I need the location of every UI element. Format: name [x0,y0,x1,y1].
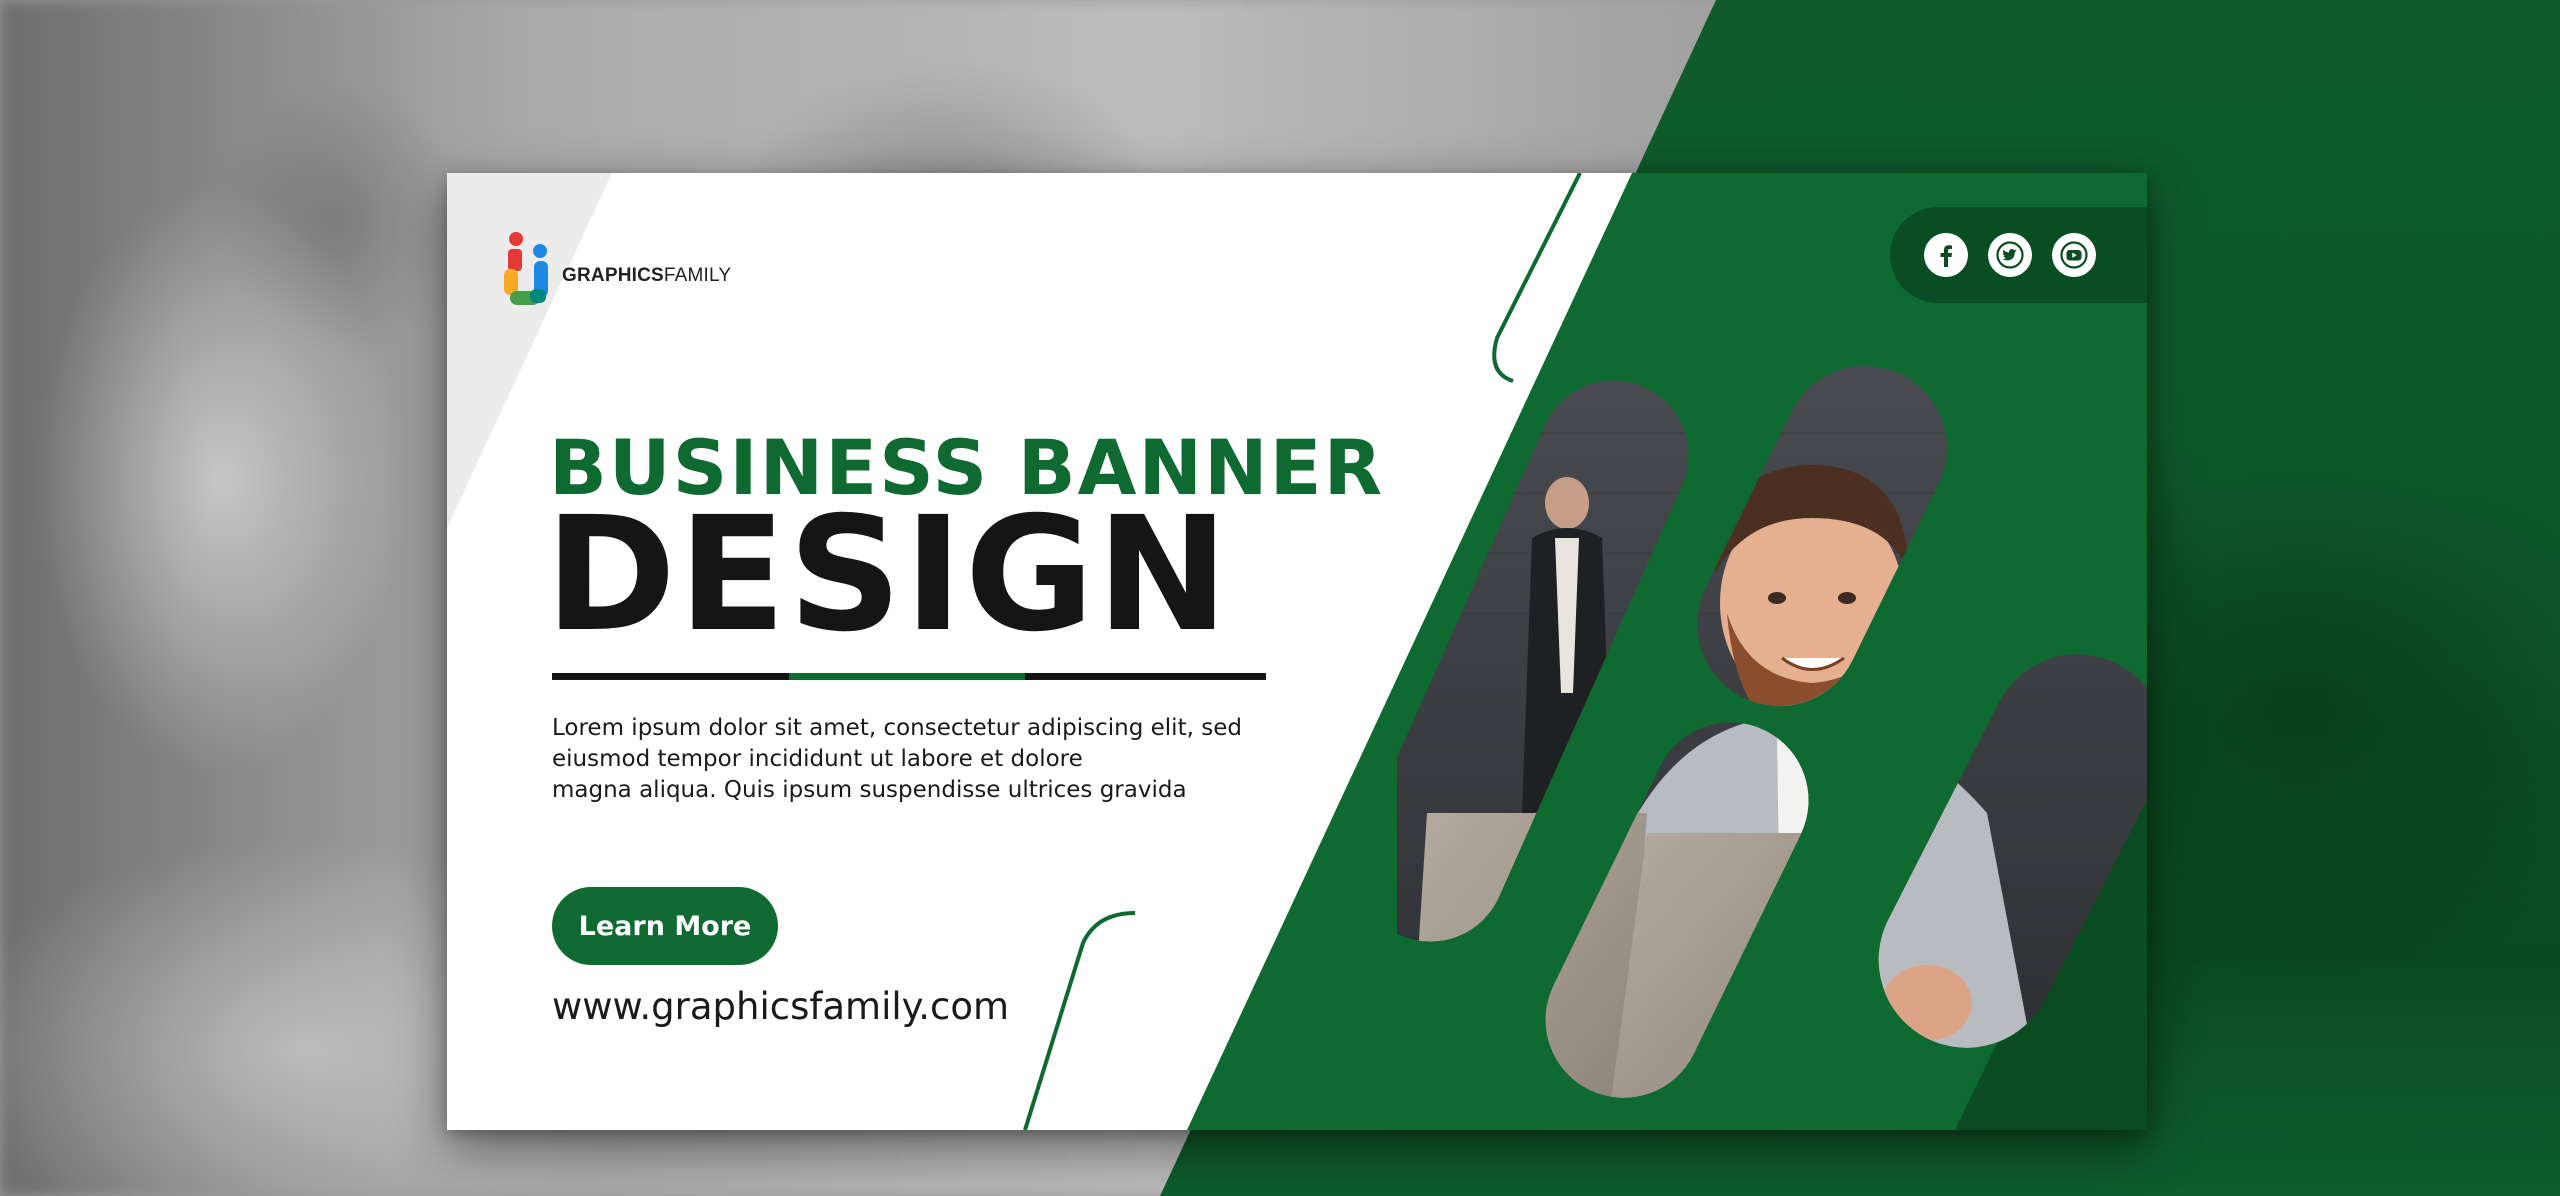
website-url[interactable]: www.graphicsfamily.com [552,985,1009,1028]
logo-wordmark: GRAPHICSFAMILY [562,265,731,287]
facebook-icon[interactable] [1924,233,1968,277]
graphicsfamily-logo: GRAPHICSFAMILY [500,229,731,317]
body-paragraph: Lorem ipsum dolor sit amet, consectetur … [552,713,1312,806]
logo-mark-icon [504,232,548,305]
body-line-3: magna aliqua. Quis ipsum suspendisse ult… [552,777,1187,803]
body-line-2: eiusmod tempor incididunt ut labore et d… [552,746,1083,772]
business-banner: GRAPHICSFAMILY BUSINESS BANNER DESIGN Lo… [447,173,2147,1130]
twitter-icon[interactable] [1988,233,2032,277]
logo-text-light: FAMILY [663,265,732,286]
social-icons-bar [1890,207,2147,303]
logo-text-bold: GRAPHICS [562,265,664,286]
learn-more-button[interactable]: Learn More [552,887,778,965]
headline-title: DESIGN [545,483,1231,667]
body-line-1: Lorem ipsum dolor sit amet, consectetur … [552,715,1242,741]
youtube-icon[interactable] [2052,233,2096,277]
headline-underline-accent [789,673,1025,680]
